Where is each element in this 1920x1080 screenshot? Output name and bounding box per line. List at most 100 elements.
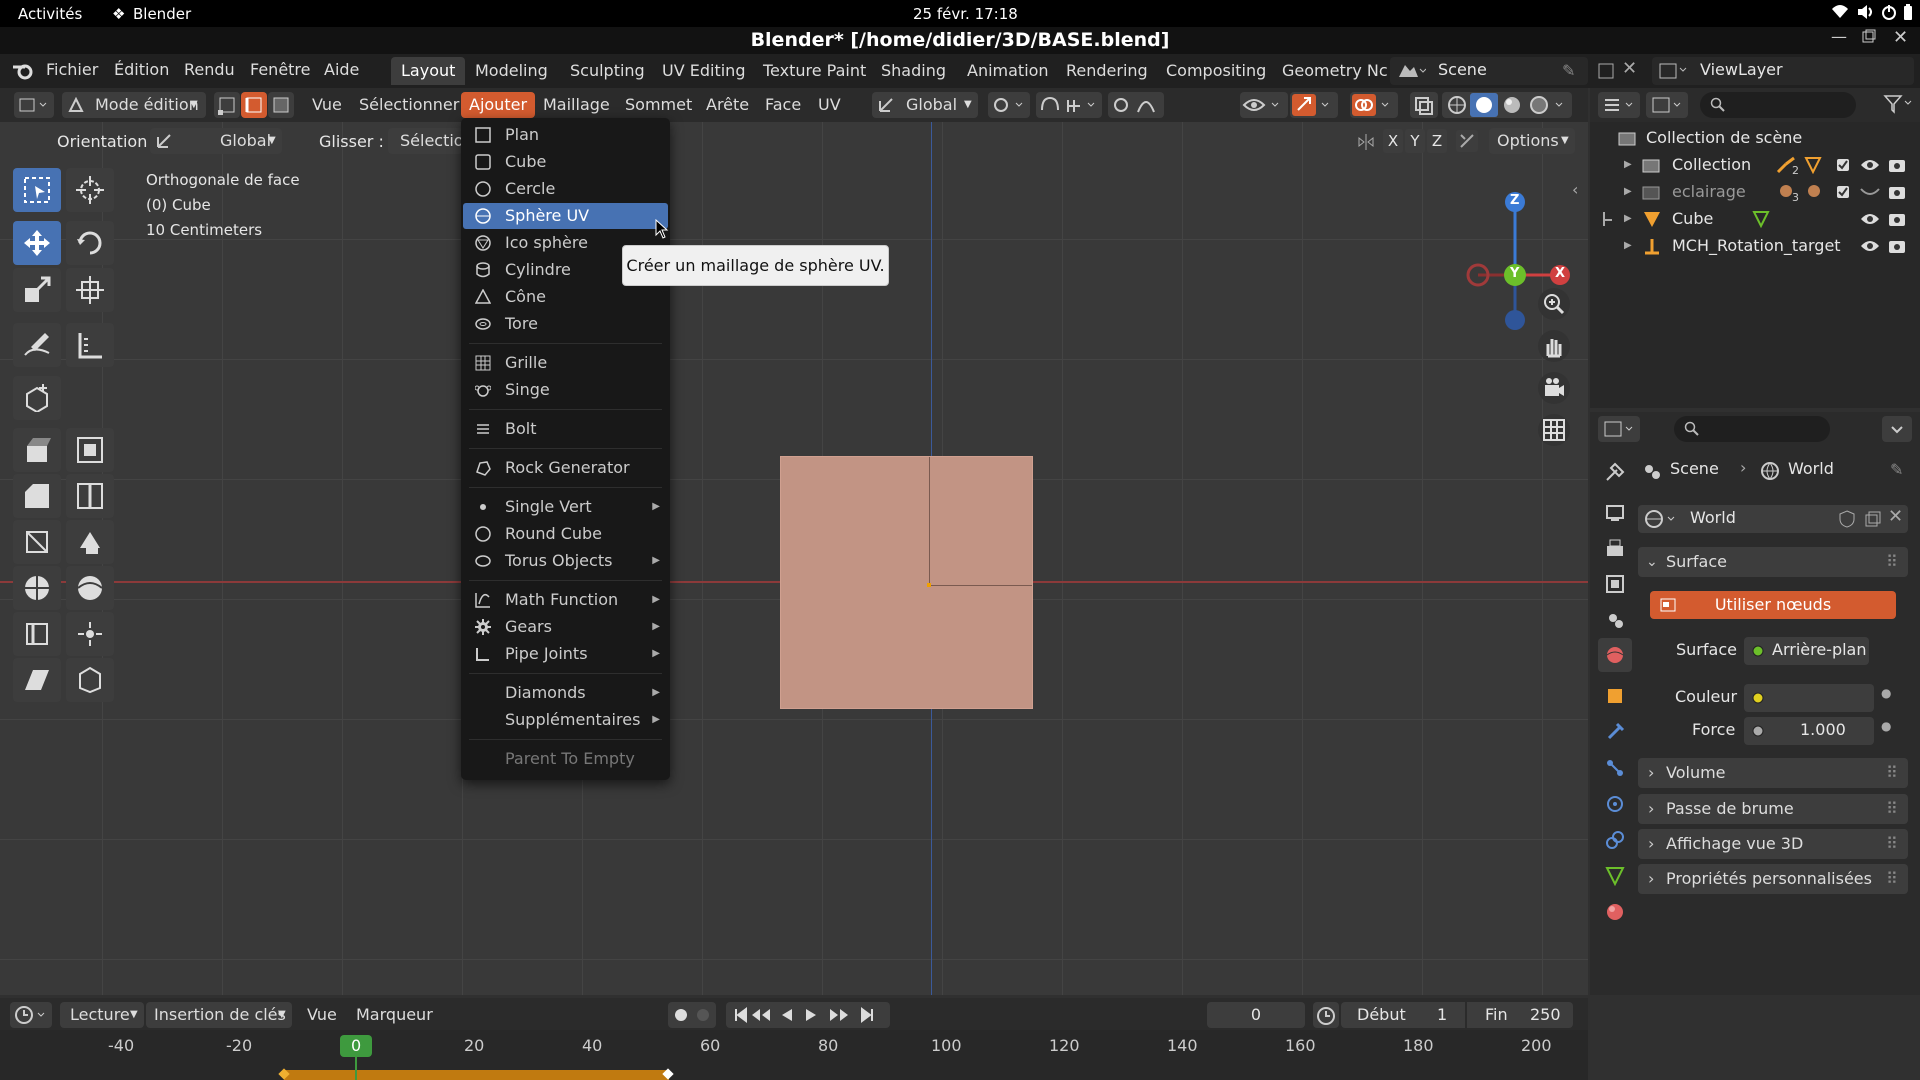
menu-item-grille[interactable]: Grille xyxy=(463,350,668,376)
select-box-tool[interactable] xyxy=(13,168,61,212)
outliner-row-scene-collection[interactable]: Collection de scène xyxy=(1590,125,1920,151)
poly-build-tool[interactable] xyxy=(66,520,114,564)
menu-item-supplementaires[interactable]: Supplémentaires ▶ xyxy=(463,707,668,733)
extrude-tool[interactable] xyxy=(13,428,61,472)
activities-button[interactable]: Activités xyxy=(18,5,82,23)
tab-texture-paint[interactable]: Texture Paint xyxy=(753,57,876,85)
mirror-icon[interactable] xyxy=(1356,132,1376,152)
pivot-point-button[interactable] xyxy=(988,92,1030,118)
tab-sculpting[interactable]: Sculpting xyxy=(560,57,655,85)
use-nodes-button[interactable]: Utiliser nœuds xyxy=(1650,591,1896,619)
menu-item-cube[interactable]: Cube xyxy=(463,149,668,175)
app-menu[interactable]: Blender xyxy=(133,5,191,23)
timeline-menu-vue[interactable]: Vue xyxy=(307,1003,337,1027)
shear-tool[interactable] xyxy=(13,658,61,702)
surface-panel-header[interactable]: ⌄ Surface ⠿ xyxy=(1638,547,1908,577)
menu-selectionner[interactable]: Sélectionner xyxy=(359,93,459,117)
unlink-icon[interactable]: ✕ xyxy=(1888,506,1903,527)
outliner-row-eclairage[interactable]: ▶ eclairage 3 xyxy=(1590,179,1920,205)
transform-tool[interactable] xyxy=(66,268,114,312)
timeline-menu-marqueur[interactable]: Marqueur xyxy=(356,1003,433,1027)
viewport-display-panel-header[interactable]: › Affichage vue 3D ⠿ xyxy=(1638,829,1908,859)
loop-cut-tool[interactable] xyxy=(66,474,114,518)
outliner-row-mch-rotation-target[interactable]: ▶ MCH_Rotation_target xyxy=(1590,233,1920,259)
measure-tool[interactable] xyxy=(66,323,114,367)
menu-aide[interactable]: Aide xyxy=(324,60,359,79)
annotate-tool[interactable] xyxy=(13,323,61,367)
menu-face[interactable]: Face xyxy=(765,93,801,117)
edge-slide-tool[interactable] xyxy=(13,612,61,656)
menu-item-pipe-joints[interactable]: Pipe Joints ▶ xyxy=(463,641,668,667)
end-frame-field[interactable]: Fin 250 xyxy=(1467,1002,1573,1028)
outliner-search-input[interactable] xyxy=(1700,92,1856,118)
ortho-toggle-button[interactable] xyxy=(1538,414,1570,446)
menu-arete[interactable]: Arête xyxy=(706,93,749,117)
pin-icon[interactable]: ✎ xyxy=(1890,460,1903,479)
world-tab-active[interactable] xyxy=(1598,638,1632,672)
breadcrumb-world[interactable]: World xyxy=(1788,459,1834,478)
orientation-selector[interactable]: Global ▼ xyxy=(150,128,282,154)
properties-editor-type[interactable] xyxy=(1598,416,1640,442)
mirror-z-toggle[interactable]: Z xyxy=(1427,129,1447,153)
tab-geometry-nodes[interactable]: Geometry Nc xyxy=(1272,57,1396,85)
scene-selector[interactable]: Scene ✎ xyxy=(1390,57,1588,85)
smooth-tool[interactable] xyxy=(66,566,114,610)
tab-modeling[interactable]: Modeling xyxy=(465,57,558,85)
outliner-editor-type[interactable] xyxy=(1598,92,1640,118)
menu-item-cercle[interactable]: Cercle xyxy=(463,176,668,202)
spin-tool[interactable] xyxy=(13,566,61,610)
bevel-tool[interactable] xyxy=(13,474,61,518)
camera-view-button[interactable] xyxy=(1538,372,1570,404)
menu-fichier[interactable]: Fichier xyxy=(46,60,98,79)
menu-item-tore[interactable]: Tore xyxy=(463,311,668,337)
sidebar-toggle-icon[interactable]: ‹ xyxy=(1572,180,1578,199)
menu-maillage[interactable]: Maillage xyxy=(543,93,610,117)
timeline-editor-type[interactable] xyxy=(10,1002,52,1028)
pin-icon[interactable]: ✎ xyxy=(1562,61,1575,80)
tab-rendering[interactable]: Rendering xyxy=(1056,57,1158,85)
menu-item-gears[interactable]: Gears ▶ xyxy=(463,614,668,640)
menu-item-rock-generator[interactable]: Rock Generator xyxy=(463,455,668,481)
tab-animation[interactable]: Animation xyxy=(957,57,1059,85)
preview-range-button[interactable] xyxy=(1313,1002,1339,1028)
overlays-button[interactable] xyxy=(1350,92,1398,118)
rip-tool[interactable] xyxy=(66,658,114,702)
auto-merge-icon[interactable] xyxy=(1456,130,1478,152)
menu-item-singe[interactable]: Singe xyxy=(463,377,668,403)
face-select-button[interactable] xyxy=(268,92,294,118)
minimize-icon[interactable]: — xyxy=(1831,27,1847,46)
color-field[interactable] xyxy=(1744,684,1874,712)
proportional-editing-button[interactable] xyxy=(1108,92,1164,118)
menu-item-torus-objects[interactable]: Torus Objects ▶ xyxy=(463,548,668,574)
xray-button[interactable] xyxy=(1410,92,1438,118)
breadcrumb-scene[interactable]: Scene xyxy=(1670,459,1719,478)
menu-edition[interactable]: Édition xyxy=(114,60,169,79)
viewlayer-selector[interactable]: ViewLayer xyxy=(1652,57,1914,85)
outliner-row-cube[interactable]: ▶ Cube xyxy=(1590,206,1920,232)
new-scene-icon[interactable] xyxy=(1597,62,1615,80)
record-group[interactable] xyxy=(668,1002,716,1028)
delete-scene-icon[interactable]: ✕ xyxy=(1622,58,1637,79)
menu-item-diamonds[interactable]: Diamonds ▶ xyxy=(463,680,668,706)
shrink-fatten-tool[interactable] xyxy=(66,612,114,656)
keyframe-dot-icon[interactable]: ● xyxy=(1881,719,1891,733)
cursor-tool[interactable] xyxy=(66,168,114,212)
menu-item-round-cube[interactable]: Round Cube xyxy=(463,521,668,547)
properties-search-input[interactable] xyxy=(1674,416,1830,442)
menu-item-plan[interactable]: Plan xyxy=(463,122,668,148)
edge-select-button[interactable] xyxy=(241,92,267,118)
drag-selector[interactable]: Sélection xyxy=(388,128,463,154)
keyframe-dot-icon[interactable]: ● xyxy=(1881,686,1891,700)
battery-icon[interactable] xyxy=(1903,4,1913,21)
mode-selector[interactable]: Mode édition ▼ xyxy=(62,92,206,118)
maximize-icon[interactable] xyxy=(1862,29,1876,43)
current-frame-field[interactable]: 0 xyxy=(1207,1002,1305,1028)
menu-uv[interactable]: UV xyxy=(818,93,841,117)
zoom-button[interactable] xyxy=(1538,288,1570,320)
clock[interactable]: 25 févr. 17:18 xyxy=(913,5,1018,23)
editor-type-button[interactable] xyxy=(14,92,54,118)
filter-icon[interactable] xyxy=(1883,94,1913,114)
inset-tool[interactable] xyxy=(66,428,114,472)
surface-shader-selector[interactable]: Arrière-plan xyxy=(1744,637,1869,665)
knife-tool[interactable] xyxy=(13,520,61,564)
